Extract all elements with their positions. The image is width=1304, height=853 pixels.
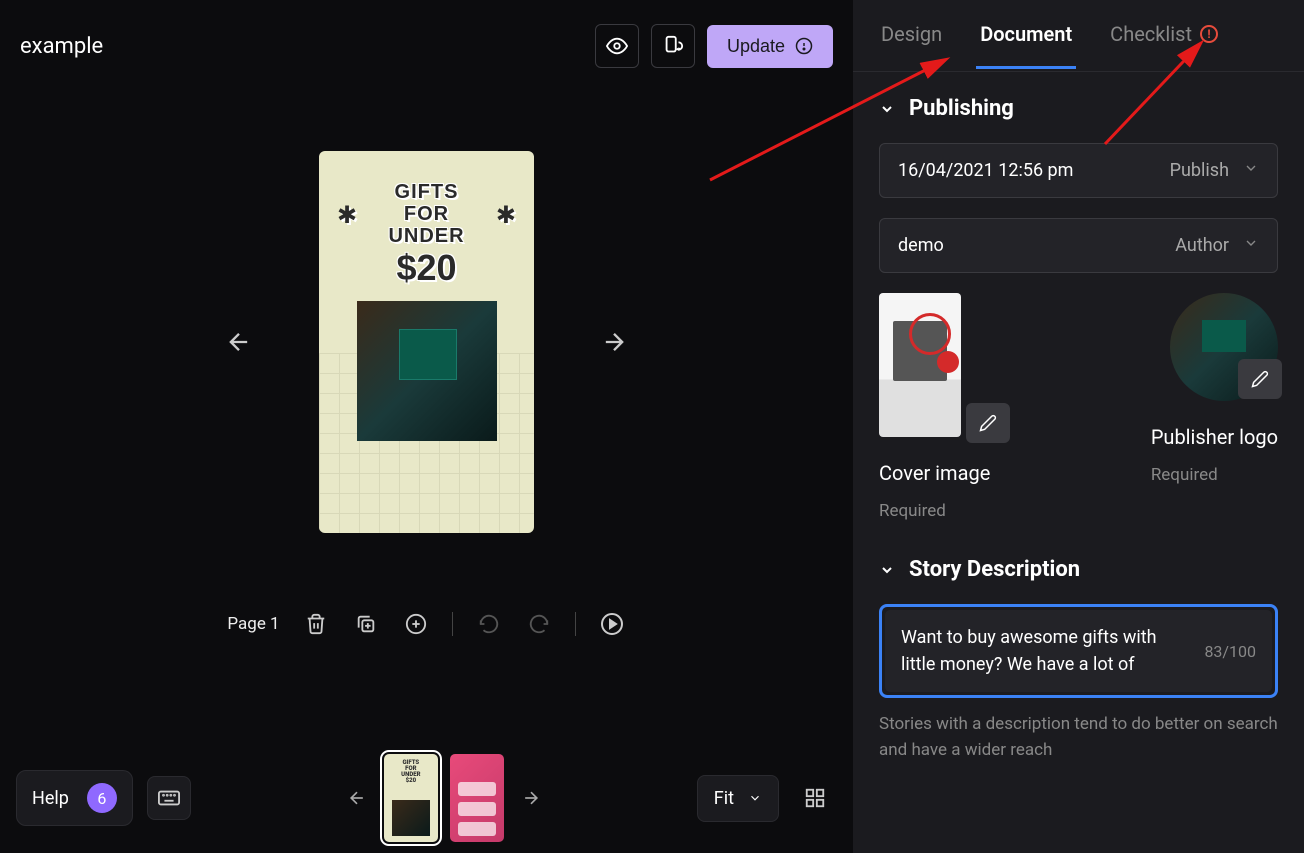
delete-page-button[interactable] [302, 610, 330, 638]
thumb-next-button[interactable] [516, 783, 546, 813]
device-rotate-button[interactable] [651, 24, 695, 68]
help-count-badge: 6 [87, 783, 117, 813]
arrow-left-icon [225, 328, 253, 356]
redo-button[interactable] [525, 610, 553, 638]
description-section-toggle[interactable]: Story Description [879, 557, 1278, 582]
story-canvas[interactable]: ✱ ✱ GIFTS FOR UNDER $20 [319, 151, 534, 533]
help-label: Help [32, 788, 69, 809]
alert-icon: ! [1200, 25, 1218, 43]
undo-button[interactable] [475, 610, 503, 638]
grid-view-button[interactable] [793, 776, 837, 820]
trash-icon [305, 613, 327, 635]
tab-checklist[interactable]: Checklist ! [1106, 2, 1222, 69]
next-page-arrow[interactable] [594, 322, 634, 362]
grid-icon [804, 787, 826, 809]
thumb-prev-button[interactable] [342, 783, 372, 813]
keyboard-icon [158, 790, 180, 806]
plus-circle-icon [405, 613, 427, 635]
publishing-section-toggle[interactable]: Publishing [879, 96, 1278, 121]
play-circle-icon [600, 612, 624, 636]
alert-circle-icon [795, 37, 813, 55]
page-thumbnail-2[interactable] [450, 754, 504, 842]
story-image [357, 301, 497, 441]
keyboard-shortcuts-button[interactable] [147, 776, 191, 820]
description-char-count: 83/100 [1204, 642, 1256, 661]
pencil-icon [979, 414, 997, 432]
chevron-down-icon [1243, 235, 1259, 256]
description-title: Story Description [909, 557, 1080, 582]
arrow-left-icon [347, 788, 367, 808]
author-label: Author [1175, 235, 1229, 256]
edit-logo-button[interactable] [1238, 359, 1282, 399]
cover-image-label: Cover image [879, 461, 990, 485]
help-button[interactable]: Help 6 [16, 770, 133, 826]
redo-icon [528, 613, 550, 635]
copy-plus-icon [355, 613, 377, 635]
cover-required-text: Required [879, 501, 990, 521]
publisher-logo-label: Publisher logo [1151, 425, 1278, 449]
cover-image-preview [879, 293, 961, 437]
arrow-right-icon [521, 788, 541, 808]
device-icon [662, 35, 684, 57]
preview-button[interactable] [595, 24, 639, 68]
publishing-title: Publishing [909, 96, 1014, 121]
publish-date-value: 16/04/2021 12:56 pm [898, 160, 1170, 181]
eye-icon [606, 35, 628, 57]
undo-icon [478, 613, 500, 635]
arrow-right-icon [600, 328, 628, 356]
description-help-text: Stories with a description tend to do be… [879, 712, 1278, 763]
tab-document[interactable]: Document [976, 2, 1076, 69]
asterisk-icon: ✱ [496, 201, 516, 229]
chevron-down-icon [748, 791, 762, 805]
publish-label: Publish [1170, 160, 1229, 181]
prev-page-arrow[interactable] [219, 322, 259, 362]
thumb-text: GIFTSFORUNDER$20 [384, 754, 438, 784]
update-label: Update [727, 36, 785, 57]
page-thumbnail-1[interactable]: GIFTSFORUNDER$20 [384, 754, 438, 842]
publish-date-select[interactable]: 16/04/2021 12:56 pm Publish [879, 143, 1278, 198]
logo-required-text: Required [1151, 465, 1218, 485]
page-title: example [20, 34, 583, 59]
chevron-down-icon [879, 101, 895, 117]
pencil-icon [1251, 370, 1269, 388]
play-button[interactable] [598, 610, 626, 638]
asterisk-icon: ✱ [337, 201, 357, 229]
toolbar-separator [575, 612, 576, 636]
author-select[interactable]: demo Author [879, 218, 1278, 273]
tab-design[interactable]: Design [877, 2, 946, 69]
chevron-down-icon [1243, 160, 1259, 181]
page-indicator: Page 1 [227, 614, 279, 634]
zoom-fit-select[interactable]: Fit [697, 775, 779, 822]
description-input[interactable] [901, 624, 1194, 678]
edit-cover-button[interactable] [966, 403, 1010, 443]
duplicate-page-button[interactable] [352, 610, 380, 638]
toolbar-separator [452, 612, 453, 636]
fit-label: Fit [714, 788, 734, 809]
update-button[interactable]: Update [707, 25, 833, 68]
tab-checklist-label: Checklist [1110, 22, 1192, 46]
story-headline: GIFTS FOR UNDER $20 [388, 181, 464, 289]
add-page-button[interactable] [402, 610, 430, 638]
chevron-down-icon [879, 562, 895, 578]
author-value: demo [898, 235, 1175, 256]
